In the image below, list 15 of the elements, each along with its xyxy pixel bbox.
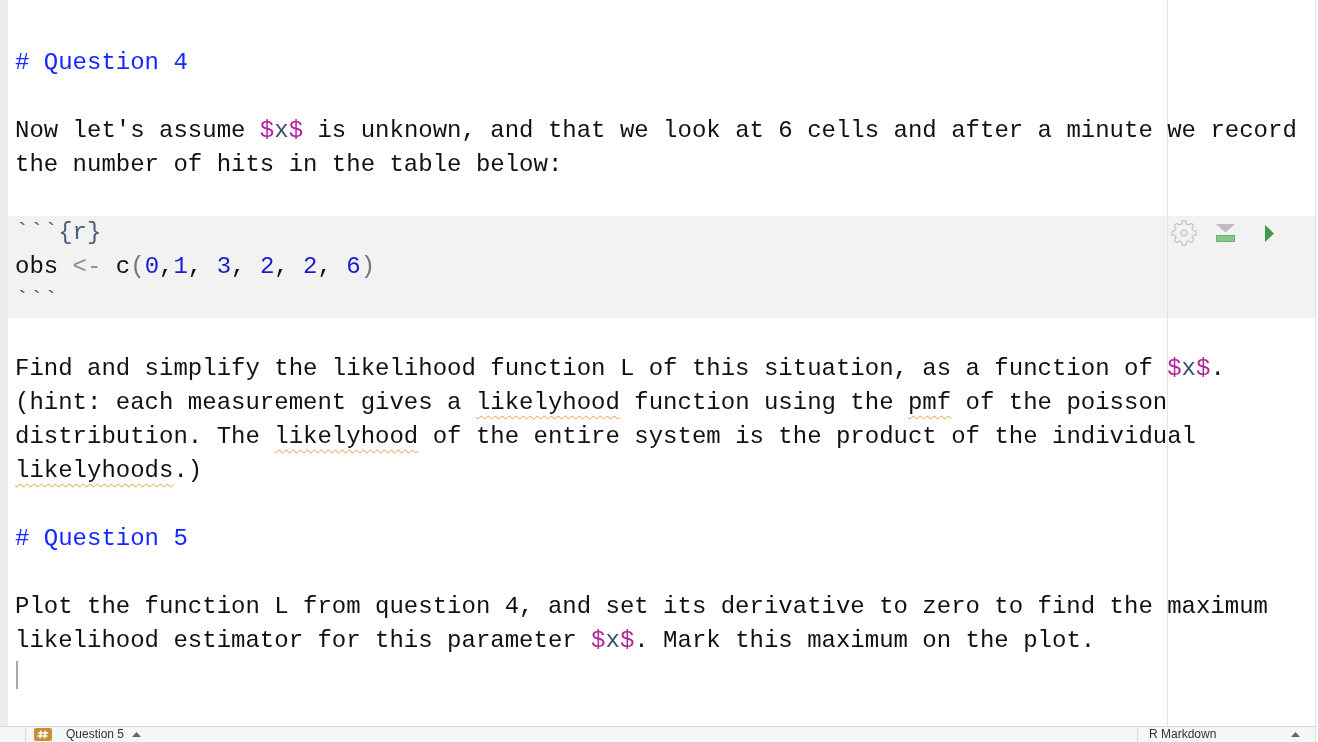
markdown-paragraph: Find and simplify the likelihood function L of this situation, as a function of $x$. (hint: each measurement gives a likelyhood function using the pmf of the poisson distribution. The likelyhood of the entire system is the product of the individual likelyhoods.) xyxy=(15,354,1226,486)
caret-up-icon xyxy=(132,732,142,737)
markdown-paragraph: Now let's assume $x$ is unknown, and that we look at 6 cells and after a minute we record the number of hits in the table below: xyxy=(15,116,1298,180)
markdown-paragraph: Plot the function L from question 4, and set its derivative to zero to find the maximum likelihood estimator for this parameter $x$. Mark this maximum on the plot. xyxy=(15,592,1269,656)
markdown-heading: # Question 4 xyxy=(15,48,188,78)
code-line: ``` xyxy=(15,286,59,316)
play-icon[interactable] xyxy=(1265,224,1274,242)
caret-up-icon xyxy=(1291,732,1300,737)
code-line: obs <- c(0,1, 3, 2, 2, 6) xyxy=(15,252,376,282)
settings-icon[interactable] xyxy=(1171,220,1197,246)
code-line: ```{r} xyxy=(15,218,102,248)
file-type-menu[interactable]: R Markdown xyxy=(1138,727,1315,742)
down-triangle-bar-icon[interactable] xyxy=(1216,224,1235,242)
markdown-heading: # Question 5 xyxy=(15,524,188,554)
section-menu[interactable]: Question 5 xyxy=(34,727,142,742)
